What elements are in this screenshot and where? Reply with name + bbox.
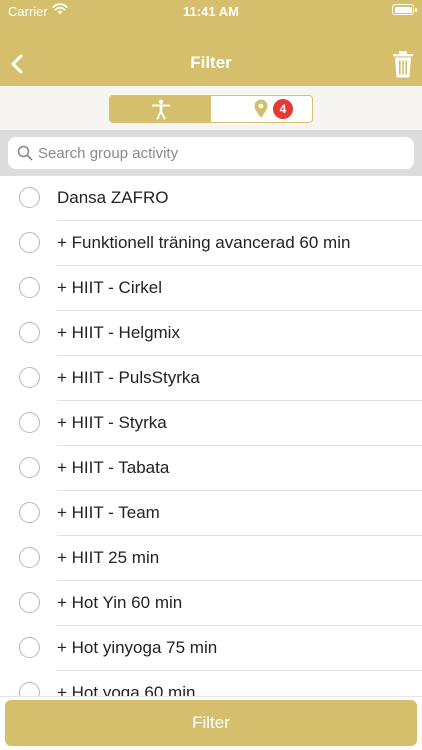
page-title: Filter: [190, 53, 232, 72]
radio-button[interactable]: [19, 457, 40, 478]
list-item[interactable]: + HIIT - Styrka: [0, 401, 422, 446]
list-item[interactable]: + Hot yoga 60 min: [0, 671, 422, 696]
list-item[interactable]: + Funktionell träning avancerad 60 min: [0, 221, 422, 266]
list-item[interactable]: + HIIT 25 min: [0, 536, 422, 581]
radio-button[interactable]: [19, 322, 40, 343]
list-item-label: + HIIT - Styrka: [57, 413, 167, 432]
list-item[interactable]: + HIIT - PulsStyrka: [0, 356, 422, 401]
search-field[interactable]: [8, 137, 414, 169]
list-item-label: + Funktionell träning avancerad 60 min: [57, 233, 351, 252]
list-item-label: + Hot yinyoga 75 min: [57, 638, 218, 657]
list-item-label: + HIIT - Cirkel: [57, 278, 163, 297]
filter-button[interactable]: Filter: [5, 700, 417, 746]
segmented-control: 4: [109, 95, 313, 123]
location-count-badge: 4: [273, 99, 293, 119]
list-item-label: + Hot Yin 60 min: [57, 593, 183, 612]
list-item[interactable]: + HIIT - Team: [0, 491, 422, 536]
list-item-label: + Hot yoga 60 min: [57, 683, 196, 696]
list-item[interactable]: + Hot yinyoga 75 min: [0, 626, 422, 671]
radio-button[interactable]: [19, 232, 40, 253]
list-item-label: Dansa ZAFRO: [57, 188, 169, 207]
radio-button[interactable]: [19, 547, 40, 568]
radio-button[interactable]: [19, 277, 40, 298]
battery-icon: [392, 4, 417, 15]
list-item[interactable]: Dansa ZAFRO: [0, 176, 422, 221]
list-item-label: + HIIT - Tabata: [57, 458, 170, 477]
status-time: 11:41 AM: [183, 4, 239, 19]
list-item[interactable]: + HIIT - Helgmix: [0, 311, 422, 356]
segment-location[interactable]: 4: [211, 96, 312, 122]
search-input[interactable]: [38, 137, 398, 169]
list-item-label: + HIIT 25 min: [57, 548, 160, 567]
segment-activity[interactable]: [110, 96, 211, 122]
list-item-label: + HIIT - PulsStyrka: [57, 368, 200, 387]
list-item[interactable]: + Hot Yin 60 min: [0, 581, 422, 626]
list-item[interactable]: + HIIT - Tabata: [0, 446, 422, 491]
activity-list: Dansa ZAFRO + Funktionell träning avancer…: [0, 176, 422, 696]
list-item[interactable]: + HIIT - Cirkel: [0, 266, 422, 311]
search-icon: [17, 145, 33, 161]
radio-button[interactable]: [19, 502, 40, 523]
list-item-label: + HIIT - Team: [57, 503, 160, 522]
radio-button[interactable]: [19, 637, 40, 658]
location-pin-icon: [254, 99, 268, 118]
radio-button[interactable]: [19, 367, 40, 388]
status-bar: Carrier 11:41 AM: [0, 0, 422, 22]
radio-button[interactable]: [19, 592, 40, 613]
radio-button[interactable]: [19, 187, 40, 208]
trash-icon[interactable]: [390, 48, 416, 80]
person-icon: [152, 99, 170, 120]
header: Carrier 11:41 AM Filter: [0, 0, 422, 86]
radio-button[interactable]: [19, 412, 40, 433]
radio-button[interactable]: [19, 682, 40, 696]
list-item-label: + HIIT - Helgmix: [57, 323, 180, 342]
